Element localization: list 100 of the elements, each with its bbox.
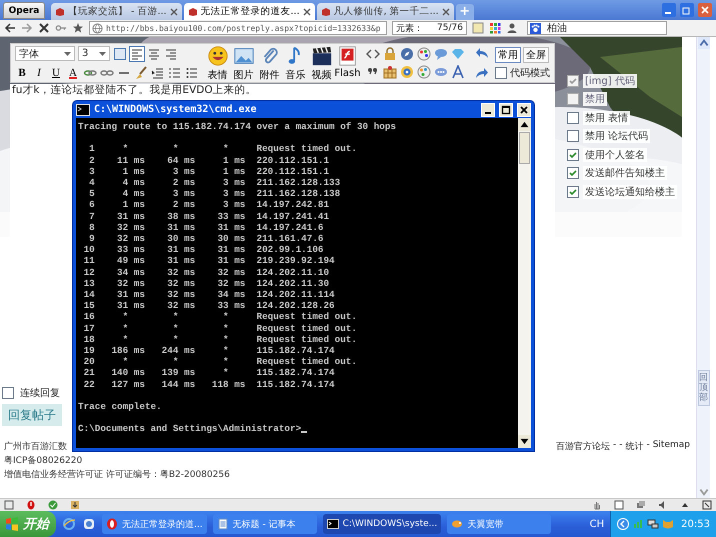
maximize-button[interactable] [499, 102, 513, 116]
minimize-icon [662, 3, 676, 17]
palette-icon[interactable] [417, 65, 431, 79]
footer-link[interactable]: 统计 [625, 440, 644, 454]
console-line: 22 127 ms 144 ms 118 ms 115.182.74.174 [82, 378, 336, 390]
align-center-icon[interactable] [147, 46, 161, 60]
smiley-icon [206, 44, 228, 66]
taskbar-button[interactable]: 无法正常登录的道... [102, 514, 207, 534]
close-icon [698, 3, 712, 17]
console-line: 2 11 ms 64 ms 1 ms 220.112.151.1 [88, 154, 330, 166]
close-icon [302, 8, 311, 16]
person-icon [506, 22, 518, 34]
restore-icon [680, 3, 694, 17]
size-select[interactable]: 3 [78, 46, 110, 61]
console-prompt: C:\Documents and Settings\Administrator> [78, 423, 302, 435]
brush-icon[interactable] [134, 66, 148, 80]
back-to-top-button[interactable]: 回顶部 [698, 370, 710, 406]
align-left-icon[interactable] [130, 46, 144, 60]
opera-menu-button[interactable]: Opera [3, 2, 45, 19]
stop-icon[interactable] [38, 22, 50, 34]
checkbox[interactable] [567, 167, 579, 179]
compass-icon[interactable] [400, 47, 414, 61]
language-indicator[interactable]: CH [590, 518, 604, 530]
undo-icon[interactable] [475, 46, 489, 60]
palette-icon[interactable] [417, 47, 431, 61]
close-button[interactable] [517, 102, 531, 116]
scroll-thumb[interactable] [519, 132, 530, 164]
console-line: 16 * * * Request timed out. [82, 311, 358, 323]
checkbox[interactable] [495, 66, 507, 78]
footer-link[interactable]: 百游官方论坛 [556, 440, 610, 454]
browser-tab[interactable]: 凡人修仙传, 第一千二... [316, 3, 454, 20]
media-button[interactable]: 视频 [309, 44, 334, 82]
media-button[interactable]: Flash [335, 44, 360, 82]
post-text[interactable]: fu才k，连论坛都登陆不了。我是用EVDO上来的。 [12, 84, 257, 97]
scrollbar[interactable]: 回顶部 [696, 37, 710, 498]
text-cursor [301, 430, 308, 433]
windows-flag-icon [5, 517, 19, 531]
close-icon [170, 8, 178, 16]
console-line: 12 34 ms 32 ms 32 ms 124.202.11.10 [82, 266, 330, 278]
indent-icon[interactable] [151, 66, 165, 80]
checkbox-label: 连续回复 [20, 386, 60, 400]
table-icon[interactable] [383, 65, 397, 79]
media-button[interactable]: 音乐 [283, 44, 308, 82]
clock: 20:53 [681, 518, 710, 530]
mode-button[interactable]: 常用 [495, 46, 521, 62]
star-icon[interactable] [72, 22, 84, 34]
internet-explorer-icon[interactable] [62, 517, 76, 531]
console-line: 3 1 ms 3 ms 1 ms 220.112.151.1 [88, 166, 330, 177]
taskbar-button[interactable]: 无标题 - 记事本 [212, 514, 317, 534]
console-line: 1 * * * Request timed out. [88, 143, 358, 155]
font-icon[interactable] [451, 65, 465, 79]
bullet-list-icon[interactable] [185, 66, 199, 80]
code-icon[interactable] [366, 47, 380, 61]
checkbox-label: 禁用 [583, 92, 607, 106]
minimize-button[interactable] [481, 102, 495, 116]
back-icon[interactable] [4, 22, 16, 34]
address-field[interactable]: http://bbs.baiyou100.com/postreply.aspx?topicid=1332633&p [89, 21, 387, 35]
browser-tab[interactable]: 无法正常登录的道友... [184, 3, 315, 20]
checkbox-label: [img] 代码 [583, 74, 637, 88]
scrollbar[interactable] [518, 118, 531, 448]
taskbar-button[interactable]: 天翼宽带 [447, 514, 552, 534]
console-line: 21 140 ms 139 ms * 115.182.74.174 [82, 367, 336, 379]
format-button[interactable]: U [49, 66, 63, 80]
format-button[interactable]: B [15, 66, 29, 80]
panel-toggle-icon [702, 500, 712, 510]
flash-player-icon [336, 44, 358, 66]
mode-button[interactable]: 全屏 [523, 46, 549, 62]
checkbox[interactable] [567, 112, 579, 124]
checkbox[interactable] [2, 386, 14, 398]
redo-icon[interactable] [475, 66, 489, 80]
checkbox[interactable] [567, 186, 579, 198]
speech-bubble-icon[interactable] [434, 47, 448, 61]
footer-text: 广州市百游汇数 [4, 440, 68, 454]
font-select[interactable]: 字体 [15, 46, 75, 61]
format-button[interactable]: A [66, 66, 80, 80]
forward-icon[interactable] [21, 22, 33, 34]
search-field[interactable]: 柏油 [526, 21, 667, 35]
browser-tab[interactable]: 【玩家交流】 - 百游... [51, 3, 182, 20]
taskbar-button[interactable]: C:\WINDOWS\syste... [322, 514, 442, 534]
checkbox-label: 使用个人签名 [583, 148, 647, 162]
align-right-icon[interactable] [164, 46, 178, 60]
disc-icon[interactable] [400, 65, 414, 79]
panel-icon[interactable] [113, 46, 127, 60]
media-button[interactable]: 附件 [257, 44, 282, 82]
media-button[interactable]: 图片 [231, 44, 256, 82]
checkbox[interactable] [567, 148, 579, 160]
hand-icon [592, 500, 602, 510]
format-button[interactable]: I [32, 66, 46, 80]
close-icon [519, 104, 529, 114]
checkbox[interactable] [567, 130, 579, 142]
media-button[interactable]: 表情 [205, 44, 230, 82]
lock-icon[interactable] [383, 47, 397, 61]
grid-icon [488, 22, 501, 34]
windows-icon [636, 500, 646, 510]
page-icon [188, 6, 198, 16]
numbered-list-icon[interactable] [168, 66, 182, 80]
app-icon[interactable] [82, 517, 96, 531]
reply-button[interactable]: 回复帖子 [2, 404, 62, 426]
console-line: 20 * * * Request timed out. [82, 356, 358, 368]
separator-text[interactable]: Sitemap [652, 440, 690, 454]
